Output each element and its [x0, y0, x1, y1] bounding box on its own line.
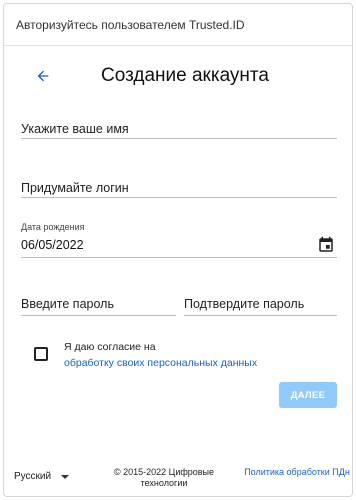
page-title: Создание аккаунта [101, 65, 269, 86]
auth-dialog: Авторизуйтесь пользователем Trusted.ID С… [3, 3, 353, 497]
name-field-placeholder: Укажите ваше имя [21, 122, 129, 136]
language-select[interactable]: Русский [14, 471, 70, 482]
privacy-policy-link[interactable]: Политика обработки ПДн [242, 467, 352, 478]
calendar-icon[interactable] [317, 236, 335, 254]
dialog-header-title: Авторизуйтесь пользователем Trusted.ID [16, 17, 245, 32]
copyright-text: © 2015-2022 Цифровые технологии [113, 467, 215, 488]
confirm-password-field-placeholder: Подтвердите пароль [184, 297, 305, 311]
dialog-header: Авторизуйтесь пользователем Trusted.ID [4, 4, 352, 46]
personal-data-link[interactable]: обработку своих персональных данных [64, 355, 314, 371]
consent-checkbox[interactable] [34, 347, 48, 361]
password-field[interactable]: Введите пароль [21, 295, 176, 316]
consent-label: Я даю согласие на [64, 341, 156, 353]
birthdate-label: Дата рождения [21, 222, 85, 232]
language-value: Русский [14, 471, 52, 482]
chevron-down-icon [61, 474, 70, 479]
login-field-placeholder: Придумайте логин [21, 181, 129, 195]
password-field-placeholder: Введите пароль [21, 297, 114, 311]
confirm-password-field[interactable]: Подтвердите пароль [184, 295, 337, 316]
name-field[interactable]: Укажите ваше имя [21, 120, 337, 139]
next-button[interactable]: ДАЛЕЕ [279, 382, 337, 408]
birthdate-field[interactable]: Дата рождения 06/05/2022 [21, 222, 337, 258]
consent-text: Я даю согласие на обработку своих персон… [64, 339, 314, 371]
birthdate-value: 06/05/2022 [21, 238, 84, 252]
footer: Русский © 2015-2022 Цифровые технологии … [4, 459, 352, 495]
login-field[interactable]: Придумайте логин [21, 179, 337, 198]
